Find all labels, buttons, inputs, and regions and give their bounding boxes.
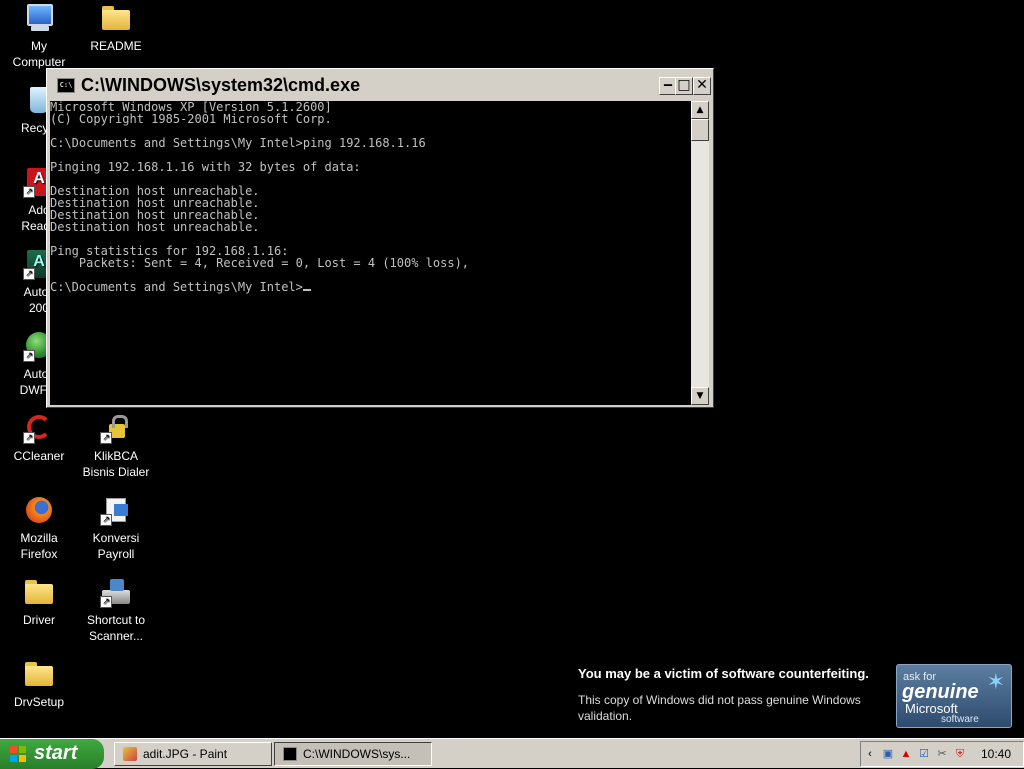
desktop-icon-readme[interactable]: README (77, 2, 155, 54)
genuine-windows-notice[interactable]: You may be a victim of software counterf… (574, 660, 1020, 734)
show-hidden-icons-chevron-icon[interactable]: ‹ (863, 747, 877, 761)
notice-title: You may be a victim of software counterf… (578, 666, 869, 681)
console-text: Microsoft Windows XP [Version 5.1.2600] … (50, 101, 691, 293)
maximize-button[interactable]: □ (675, 77, 693, 95)
start-button[interactable]: start (0, 739, 104, 769)
ccleaner-icon: ↗ (23, 412, 55, 444)
desktop-icon-label: Mozilla Firefox (20, 531, 58, 561)
badge-software-text: software (941, 714, 979, 725)
desktop-icon-label: CCleaner (13, 449, 65, 463)
shield-icon[interactable]: ⛨ (953, 747, 967, 761)
desktop-icon-drvsetup[interactable]: DrvSetup (0, 658, 78, 710)
folder-icon (100, 2, 132, 34)
cmd-window[interactable]: C:\ C:\WINDOWS\system32\cmd.exe ‒ □ ✕ Mi… (46, 68, 714, 408)
shortcut-arrow-icon: ↗ (100, 596, 112, 608)
firefox-icon (23, 494, 55, 526)
desktop-icon-label: KlikBCA Bisnis Dialer (82, 449, 150, 479)
folder-icon (23, 576, 55, 608)
taskbar-item-label: C:\WINDOWS\sys... (303, 747, 411, 761)
console-output-area[interactable]: Microsoft Windows XP [Version 5.1.2600] … (50, 101, 691, 405)
desktop-icon-klikbca[interactable]: ↗ KlikBCA Bisnis Dialer (77, 412, 155, 480)
text-cursor (302, 289, 311, 291)
warning-icon[interactable]: ▲ (899, 747, 913, 761)
scroll-thumb[interactable] (691, 119, 709, 141)
shortcut-arrow-icon: ↗ (100, 432, 112, 444)
shortcut-arrow-icon: ↗ (100, 514, 112, 526)
windows-logo-icon (10, 746, 26, 762)
console-output: Microsoft Windows XP [Version 5.1.2600] … (50, 101, 470, 294)
tools-icon[interactable]: ✂ (935, 747, 949, 761)
genuine-badge[interactable]: ask for genuine Microsoft software ✶ (896, 664, 1012, 728)
desktop-icon-label: My Computer (12, 39, 66, 69)
desktop-icon-label: README (90, 39, 142, 53)
taskbar-item-cmd[interactable]: C:\WINDOWS\sys... (274, 742, 432, 766)
folder-icon (23, 658, 55, 690)
notice-message: This copy of Windows did not pass genuin… (578, 693, 861, 723)
star-icon: ✶ (986, 669, 1005, 694)
desktop-icon-scanner[interactable]: ↗ Shortcut to Scanner... (77, 576, 155, 644)
paint-icon (123, 747, 137, 761)
system-tray: ‹ ▣ ▲ ☑ ✂ ⛨ 10:40 (860, 741, 1024, 767)
lock-icon: ↗ (100, 412, 132, 444)
desktop-icon-konversi-payroll[interactable]: ↗ Konversi Payroll (77, 494, 155, 562)
cmd-app-icon[interactable]: C:\ (57, 78, 75, 93)
desktop-icon-label: DrvSetup (13, 695, 65, 709)
taskbar-item-paint[interactable]: adit.JPG - Paint (114, 742, 272, 766)
scroll-up-button[interactable]: ▲ (691, 101, 709, 119)
window-title-bar[interactable]: C:\ C:\WINDOWS\system32\cmd.exe ‒ □ ✕ (49, 71, 711, 99)
start-label: start (34, 742, 78, 764)
shortcut-arrow-icon: ↗ (23, 268, 35, 280)
desktop-icon-label: Shortcut to Scanner... (86, 613, 146, 643)
scroll-down-button[interactable]: ▼ (691, 387, 709, 405)
close-button[interactable]: ✕ (693, 77, 711, 95)
computer-icon (23, 2, 55, 34)
desktop-icon-label: Konversi Payroll (92, 531, 140, 561)
payroll-icon: ↗ (100, 494, 132, 526)
scanner-icon: ↗ (100, 576, 132, 608)
desktop-icon-my-computer[interactable]: My Computer (0, 2, 78, 70)
network-icon[interactable]: ▣ (881, 747, 895, 761)
shortcut-arrow-icon: ↗ (23, 432, 35, 444)
desktop-icon-driver[interactable]: Driver (0, 576, 78, 628)
window-title: C:\WINDOWS\system32\cmd.exe (81, 75, 361, 95)
taskbar-item-label: adit.JPG - Paint (143, 747, 228, 761)
clock[interactable]: 10:40 (981, 747, 1011, 761)
vertical-scrollbar[interactable]: ▲ ▼ (691, 101, 709, 405)
shortcut-arrow-icon: ↗ (23, 350, 35, 362)
security-center-icon[interactable]: ☑ (917, 747, 931, 761)
desktop-icon-label: Driver (23, 613, 55, 627)
taskbar: start adit.JPG - Paint C:\WINDOWS\sys...… (0, 738, 1024, 769)
desktop-icon-firefox[interactable]: Mozilla Firefox (0, 494, 78, 562)
cmd-icon (283, 747, 297, 761)
shortcut-arrow-icon: ↗ (23, 186, 35, 198)
desktop-icon-ccleaner[interactable]: ↗ CCleaner (0, 412, 78, 464)
